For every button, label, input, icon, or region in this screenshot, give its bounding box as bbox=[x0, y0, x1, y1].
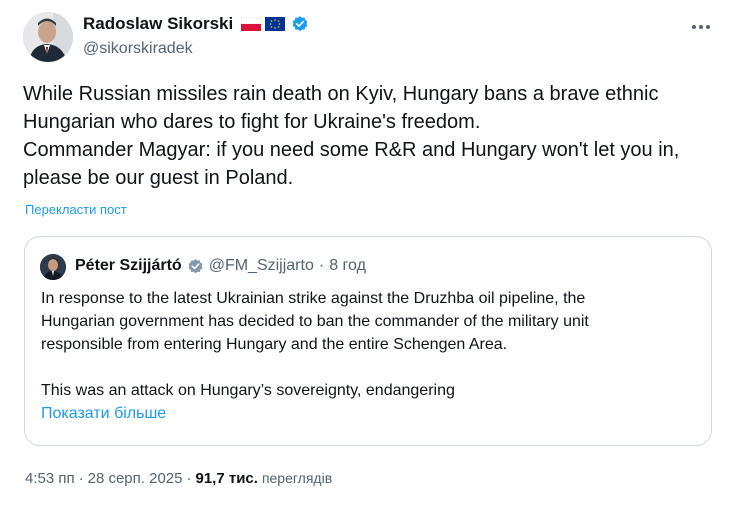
more-options-icon[interactable] bbox=[688, 16, 714, 38]
quoted-text: In response to the latest Ukrainian stri… bbox=[41, 287, 707, 425]
show-more-link[interactable]: Показати більше bbox=[41, 402, 707, 425]
flags bbox=[241, 17, 286, 31]
tweet-meta-footer: 4:53 пп · 28 серп. 2025 · 91,7 тис. пере… bbox=[25, 470, 332, 487]
quoted-avatar-image bbox=[40, 254, 66, 280]
author-avatar[interactable] bbox=[23, 12, 73, 62]
meta-separator: · bbox=[186, 470, 192, 487]
quoted-author-name[interactable]: Péter Szijjártó bbox=[75, 257, 182, 275]
verified-badge-icon bbox=[292, 16, 308, 32]
quoted-author-handle[interactable]: @FM_Szijjarto bbox=[209, 257, 314, 275]
meta-separator: · bbox=[78, 470, 84, 487]
post-date[interactable]: 28 серп. 2025 bbox=[88, 470, 183, 487]
quoted-author-avatar[interactable] bbox=[40, 254, 66, 280]
views-label: переглядів bbox=[261, 470, 333, 486]
poland-flag-icon bbox=[241, 17, 262, 31]
quoted-line: In response to the latest Ukrainian stri… bbox=[41, 290, 586, 307]
avatar-image bbox=[23, 12, 73, 62]
quoted-timestamp[interactable]: 8 год bbox=[329, 257, 366, 275]
eu-flag-icon bbox=[265, 17, 286, 31]
author-name-row[interactable]: Radoslaw Sikorski bbox=[83, 14, 309, 34]
quoted-line: Hungarian government has decided to ban … bbox=[41, 313, 589, 330]
tweet-line: please be our guest in Poland. bbox=[23, 167, 294, 189]
post-time[interactable]: 4:53 пп bbox=[25, 470, 75, 487]
quoted-line: responsible from entering Hungary and th… bbox=[41, 336, 508, 353]
meta-separator: · bbox=[318, 257, 325, 274]
tweet-text: While Russian missiles rain death on Kyi… bbox=[23, 80, 713, 192]
quoted-header: Péter Szijjártó @FM_Szijjarto · 8 год bbox=[75, 257, 366, 275]
gray-verified-badge-icon bbox=[188, 258, 203, 273]
tweet-line: While Russian missiles rain death on Kyi… bbox=[23, 83, 659, 105]
tweet-line: Hungarian who dares to fight for Ukraine… bbox=[23, 111, 481, 133]
author-handle[interactable]: @sikorskiradek bbox=[83, 40, 193, 58]
author-name[interactable]: Radoslaw Sikorski bbox=[83, 14, 233, 34]
quoted-tweet[interactable]: Péter Szijjártó @FM_Szijjarto · 8 год In… bbox=[24, 236, 712, 446]
quoted-line: This was an attack on Hungary’s sovereig… bbox=[41, 382, 455, 399]
views-count: 91,7 тис. bbox=[195, 470, 258, 487]
tweet-line: Commander Magyar: if you need some R&R a… bbox=[23, 139, 680, 161]
translate-post-link[interactable]: Перекласти пост bbox=[25, 202, 127, 217]
